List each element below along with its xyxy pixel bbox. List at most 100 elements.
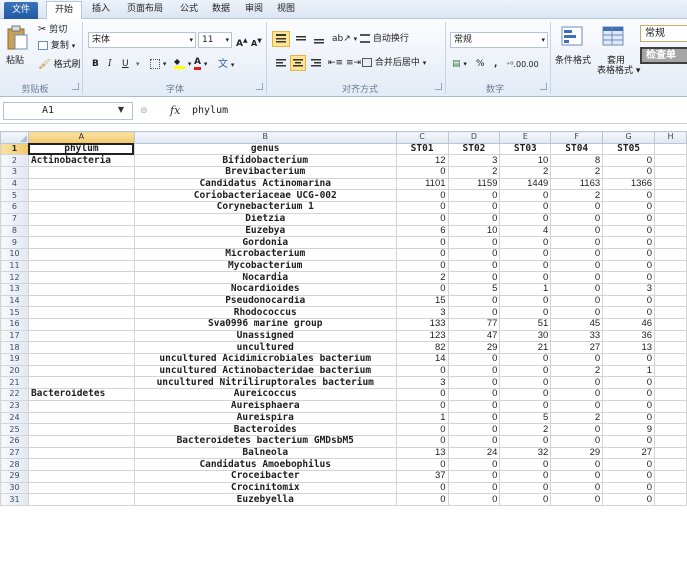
cell-value[interactable]: 1163 (550, 177, 604, 191)
cell-phylum[interactable] (27, 341, 135, 355)
cell-phylum[interactable] (27, 282, 135, 296)
cell-value[interactable]: 0 (602, 212, 656, 226)
cell-value[interactable]: 2 (395, 271, 449, 284)
cell-value[interactable]: 0 (550, 212, 604, 226)
cell-genus[interactable]: Coriobacteriaceae UCG-002 (133, 189, 397, 203)
cell-value[interactable]: 12 (395, 154, 449, 168)
cell-value[interactable]: 45 (550, 318, 604, 331)
cell-value[interactable]: 0 (550, 434, 604, 448)
cell-phylum[interactable] (27, 177, 135, 191)
cell-genus[interactable]: uncultured (133, 341, 397, 355)
cell-value[interactable]: 0 (499, 189, 552, 203)
cell-style-check[interactable]: 检查单 (640, 47, 687, 64)
row-header[interactable]: 30 (0, 481, 29, 495)
row-header[interactable]: 21 (0, 376, 29, 390)
cell-value[interactable]: 0 (602, 189, 656, 203)
cell-phylum[interactable] (27, 446, 135, 460)
cell-phylum[interactable] (27, 247, 135, 261)
tab-data[interactable]: 数据 (207, 1, 235, 19)
cell-empty[interactable] (654, 166, 687, 179)
cell-value[interactable]: 3 (447, 154, 501, 168)
cell-value[interactable]: 0 (602, 481, 656, 495)
column-header[interactable]: H (654, 131, 687, 144)
row-header[interactable]: 22 (0, 388, 29, 401)
name-box[interactable]: A1 (3, 102, 133, 120)
percent-button[interactable]: % (476, 57, 485, 72)
cell-value[interactable]: 0 (447, 434, 501, 448)
cell-genus[interactable]: Bacteroides (133, 423, 397, 436)
cell-value[interactable]: 0 (602, 353, 656, 366)
column-header[interactable]: B (133, 131, 397, 144)
cell-genus[interactable]: Nocardioides (133, 282, 397, 296)
cell-value[interactable]: 0 (602, 411, 656, 425)
cell-value[interactable]: 0 (395, 247, 449, 261)
orientation-button[interactable]: ab↗ ▾ (332, 32, 357, 47)
cell-sample-header[interactable]: ST04 (550, 142, 604, 156)
cell-phylum[interactable] (27, 212, 135, 226)
cell-genus[interactable]: Nocardia (133, 271, 397, 284)
row-header[interactable]: 25 (0, 423, 29, 436)
cell-phylum[interactable] (27, 493, 135, 506)
cell-value[interactable]: 0 (550, 224, 604, 238)
align-top-button[interactable] (272, 31, 290, 47)
cell-value[interactable]: 51 (499, 318, 552, 331)
merge-center-button[interactable]: 合并后居中 ▾ (362, 56, 426, 71)
cell-empty[interactable] (654, 341, 687, 355)
cell-empty[interactable] (654, 469, 687, 483)
cell-value[interactable]: 6 (395, 224, 449, 238)
cell-value[interactable]: 0 (550, 423, 604, 436)
cell-value[interactable]: 0 (550, 282, 604, 296)
cell-value[interactable]: 0 (499, 247, 552, 261)
cell-empty[interactable] (654, 306, 687, 319)
cell-empty[interactable] (654, 294, 687, 308)
cell-value[interactable]: 0 (550, 399, 604, 413)
copy-button[interactable]: 复制 ▾ (38, 39, 75, 54)
cell-value[interactable]: 0 (550, 458, 604, 471)
row-header[interactable]: 2 (0, 154, 29, 168)
italic-button[interactable]: I (108, 57, 112, 72)
cell-phylum[interactable] (27, 458, 135, 471)
cell-value[interactable]: 29 (447, 341, 501, 355)
cell-genus[interactable]: Pseudonocardia (133, 294, 397, 308)
cell-empty[interactable] (654, 142, 687, 156)
wrap-text-button[interactable]: 自动换行 (360, 32, 409, 47)
cell-value[interactable]: 0 (550, 201, 604, 214)
cell-value[interactable]: 24 (447, 446, 501, 460)
cell-value[interactable]: 0 (447, 493, 501, 506)
cell-value[interactable]: 0 (550, 247, 604, 261)
row-header[interactable]: 20 (0, 364, 29, 378)
cell-sample-header[interactable]: ST05 (602, 142, 656, 156)
cell-value[interactable]: 1366 (602, 177, 656, 191)
worksheet-grid[interactable]: A B C D E F G H 1 phylum genus ST01 ST02 ST03… (0, 131, 687, 565)
cell-value[interactable]: 0 (602, 247, 656, 261)
font-name-select[interactable]: 宋体 ▾ (88, 32, 196, 48)
cell-value[interactable]: 0 (395, 189, 449, 203)
cell-phylum[interactable] (27, 434, 135, 448)
cell-genus[interactable]: Bifidobacterium (133, 154, 397, 168)
cell-empty[interactable] (654, 201, 687, 214)
cell-value[interactable]: 133 (395, 318, 449, 331)
tab-formulas[interactable]: 公式 (175, 1, 203, 19)
cell-value[interactable]: 0 (395, 423, 449, 436)
cancel-entry-icon[interactable]: ⊜ (140, 106, 154, 120)
accounting-format-button[interactable]: ▤ ▾ (452, 57, 467, 72)
cell-value[interactable]: 5 (447, 282, 501, 296)
cell-value[interactable]: 0 (395, 458, 449, 471)
cell-genus[interactable]: uncultured Nitriliruptorales bacterium (133, 376, 397, 390)
cell-value[interactable]: 0 (447, 236, 501, 249)
select-all-corner[interactable] (0, 131, 29, 144)
cell-empty[interactable] (654, 259, 687, 273)
cell-phylum[interactable] (27, 353, 135, 366)
tab-view[interactable]: 视图 (272, 1, 300, 19)
cell-value[interactable]: 0 (602, 166, 656, 179)
cell-value[interactable]: 1101 (395, 177, 449, 191)
cell-value[interactable]: 0 (550, 376, 604, 390)
row-header[interactable]: 19 (0, 353, 29, 366)
cell-empty[interactable] (654, 399, 687, 413)
cell-genus[interactable]: Euzebyella (133, 493, 397, 506)
formula-input[interactable]: phylum (192, 105, 228, 116)
font-color-button[interactable]: A ▾ (194, 57, 207, 72)
cell-value[interactable]: 15 (395, 294, 449, 308)
font-size-select[interactable]: 11 ▾ (198, 32, 232, 48)
column-header[interactable]: F (550, 131, 604, 144)
